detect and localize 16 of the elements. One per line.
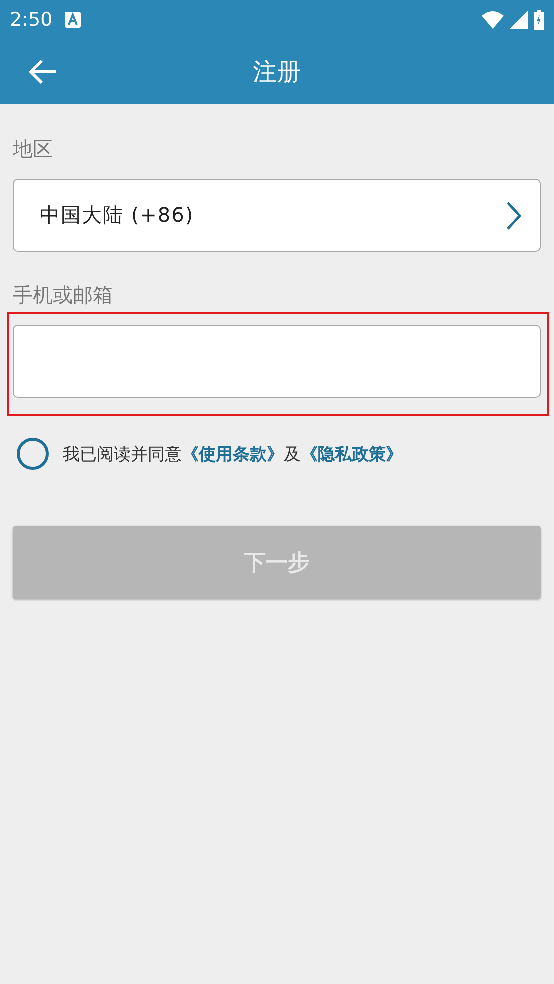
policy-link[interactable]: 《隐私政策》 [301, 444, 403, 464]
battery-icon [534, 10, 544, 30]
region-label: 地区 [13, 136, 53, 163]
wifi-icon [482, 11, 504, 29]
notification-icon [64, 12, 81, 28]
status-time: 2:50 [10, 9, 53, 31]
account-label: 手机或邮箱 [13, 282, 113, 309]
policy-link[interactable]: 《使用条款》 [182, 444, 284, 464]
chevron-icon [506, 200, 522, 230]
account-field[interactable] [13, 325, 541, 398]
page-title: 注册 [253, 58, 301, 86]
signal-icon [510, 11, 528, 29]
agree-checkbox[interactable] [17, 438, 49, 470]
agreement-text: 我已阅读并同意《使用条款》及《隐私政策》 [63, 444, 403, 466]
back-icon[interactable] [28, 57, 58, 87]
region-selector[interactable]: 中国大陆 (+86) [13, 179, 541, 252]
